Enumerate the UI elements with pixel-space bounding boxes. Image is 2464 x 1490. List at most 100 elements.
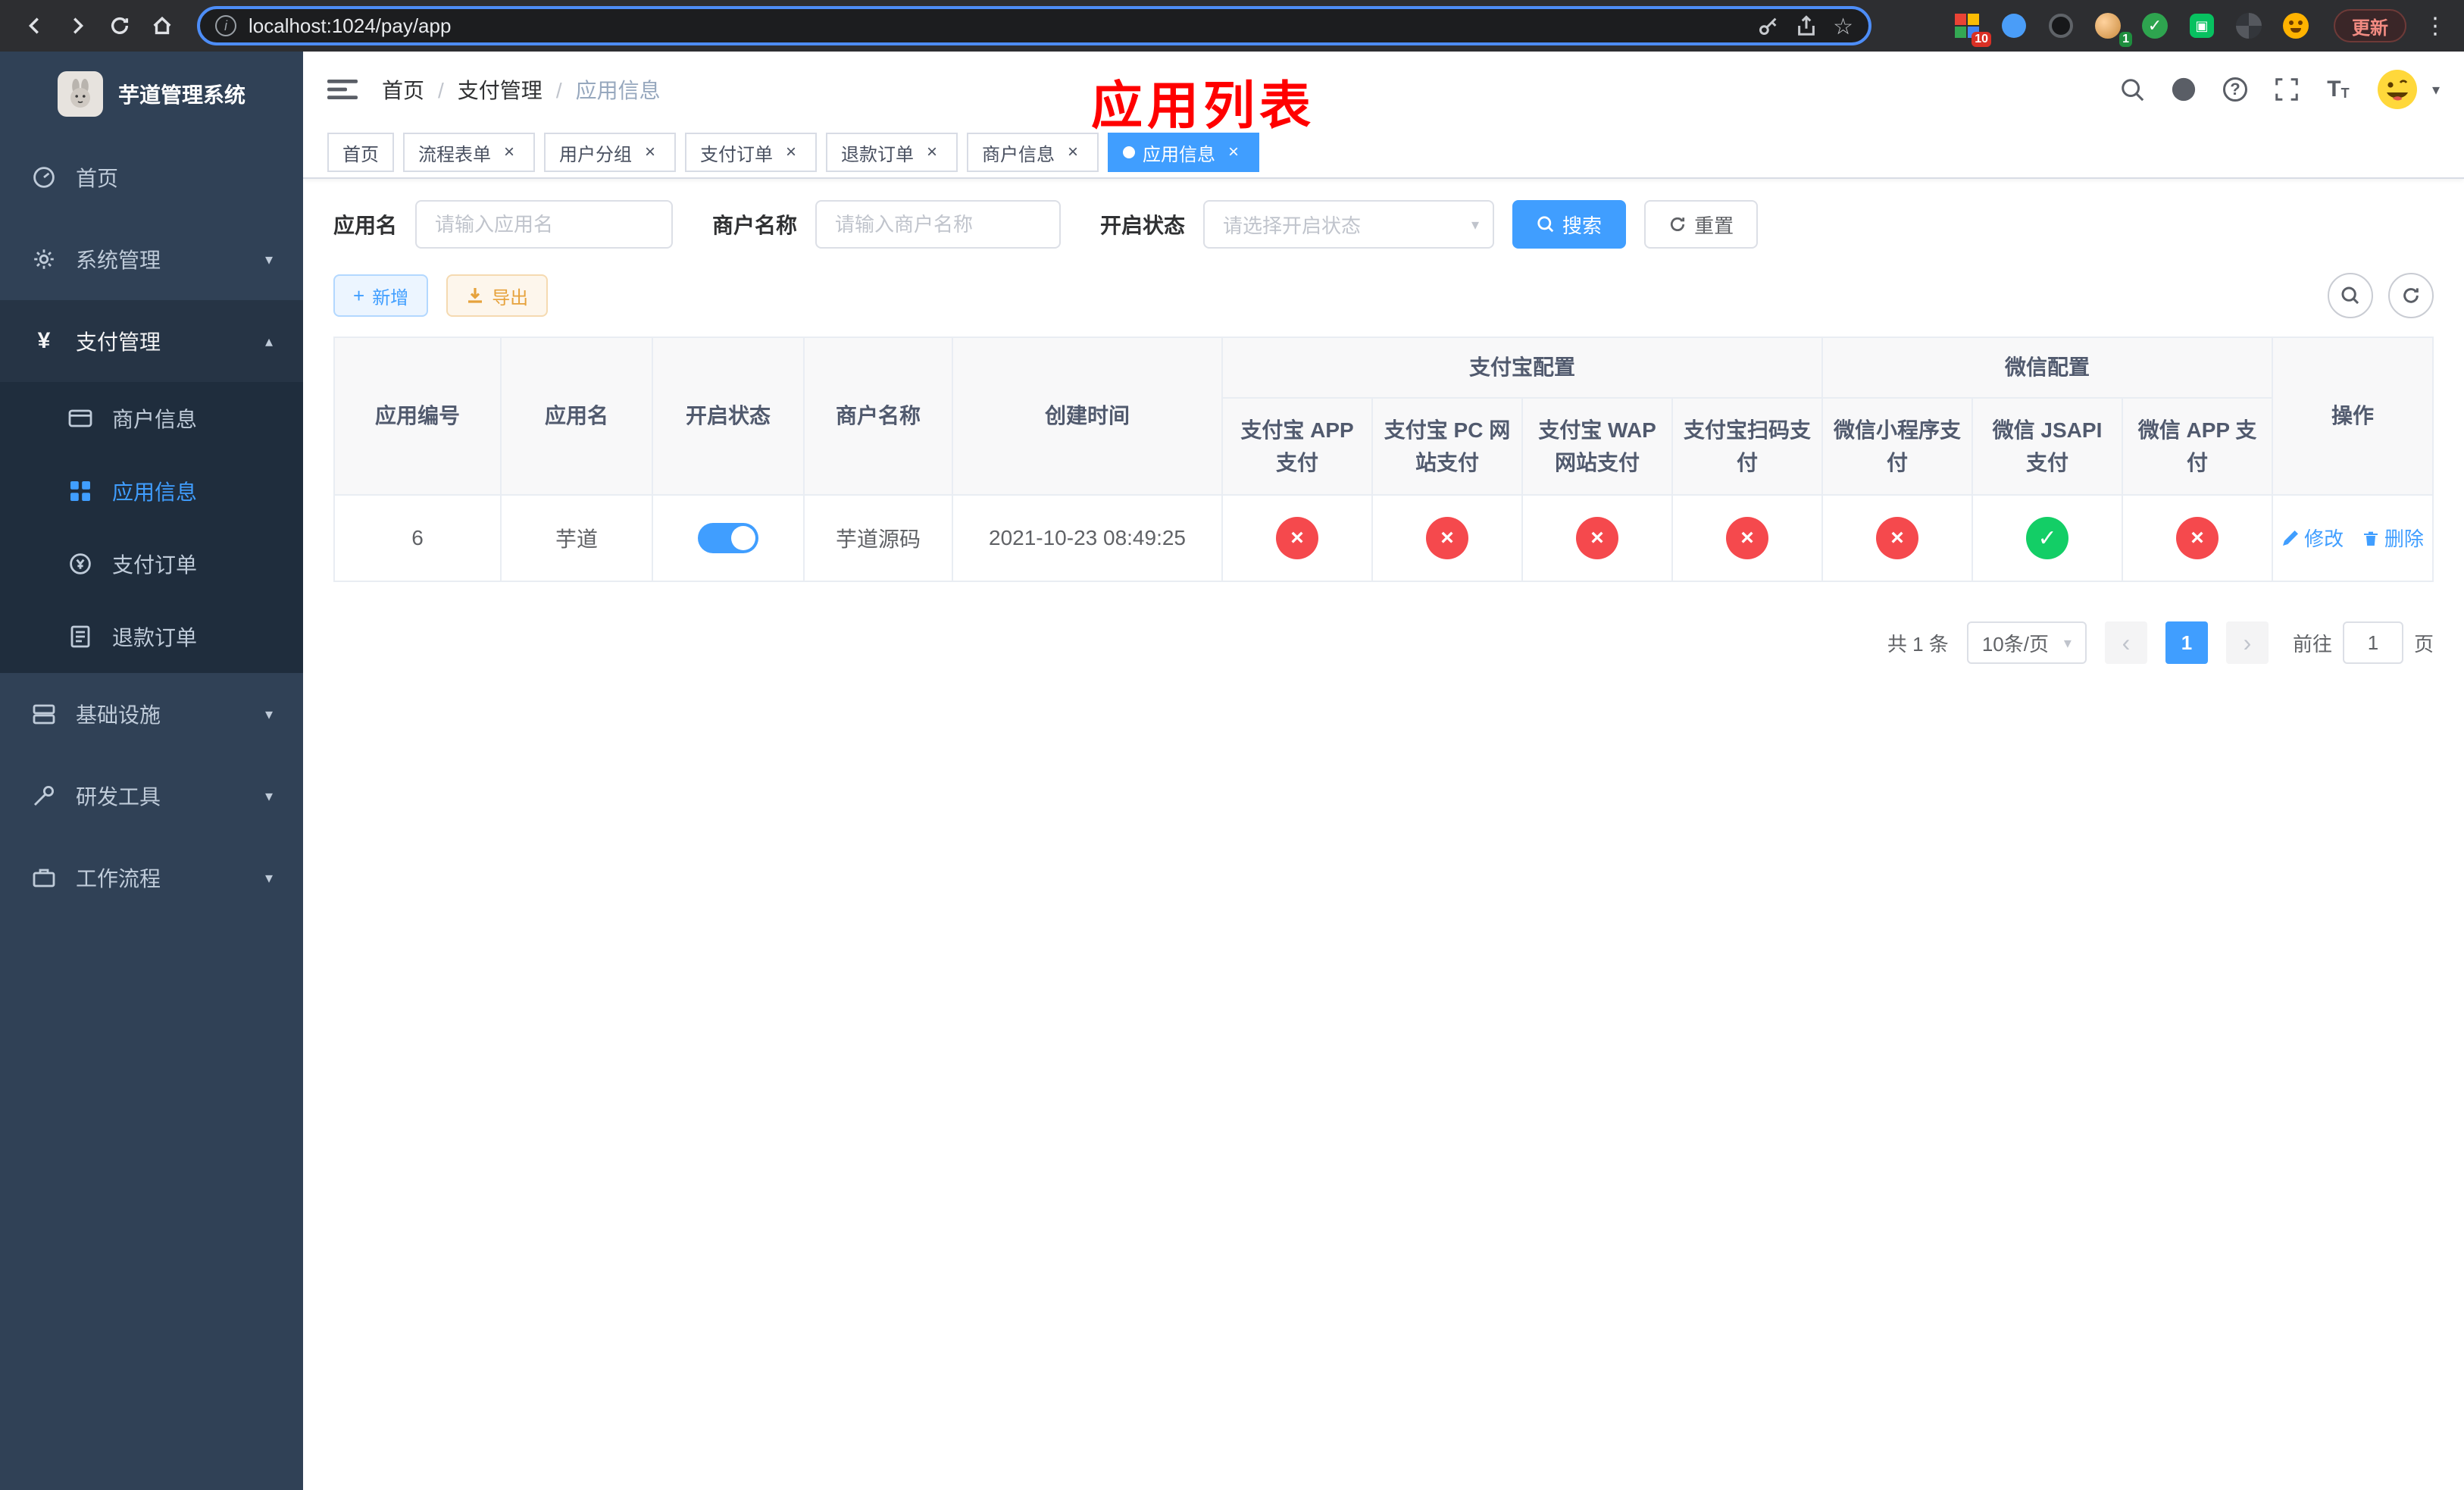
col-status: 开启状态	[652, 337, 805, 496]
app-name-input[interactable]	[415, 200, 674, 249]
col-merchant: 商户名称	[803, 337, 953, 496]
merchant-name-label: 商户名称	[712, 214, 798, 237]
home-icon[interactable]	[142, 6, 182, 45]
channel-status-icon: ×	[1726, 517, 1768, 559]
tab-pay-order[interactable]: 支付订单	[685, 133, 817, 172]
tab-refund-order[interactable]: 退款订单	[826, 133, 958, 172]
edit-link[interactable]: 修改	[2281, 524, 2344, 552]
breadcrumb-home[interactable]: 首页	[382, 74, 458, 105]
gear-icon	[30, 247, 58, 271]
breadcrumb-payment[interactable]: 支付管理	[458, 74, 576, 105]
trash-icon	[2363, 531, 2378, 546]
status-select[interactable]: 请选择开启状态	[1203, 200, 1495, 249]
extension-badge: 10	[1972, 32, 1991, 47]
tab-home[interactable]: 首页	[327, 133, 394, 172]
sidebar-item-refund-order[interactable]: 退款订单	[0, 600, 303, 673]
back-icon[interactable]	[15, 6, 55, 45]
help-icon[interactable]	[2220, 74, 2250, 105]
bookmark-star-icon[interactable]	[1833, 12, 1853, 40]
refresh-button[interactable]	[2388, 273, 2434, 318]
tab-merchant-info[interactable]: 商户信息	[967, 133, 1099, 172]
filter-form: 应用名 商户名称 开启状态 请选择开启状态 搜索 重置	[333, 200, 2434, 249]
cell-alipay-wap: ×	[1521, 494, 1673, 582]
sidebar-item-infrastructure[interactable]: 基础设施	[0, 673, 303, 755]
browser-menu-icon[interactable]	[2422, 9, 2449, 42]
sidebar-item-label: 应用信息	[112, 480, 198, 504]
merchant-name-input[interactable]	[815, 200, 1062, 249]
extension-dark-icon[interactable]	[2044, 9, 2078, 42]
table-row: 6 芋道 芋道源码 2021-10-23 08:49:25 × × × × × …	[333, 494, 2434, 582]
col-actions: 操作	[2272, 337, 2434, 496]
sidebar-item-home[interactable]: 首页	[0, 136, 303, 218]
tab-label: 流程表单	[418, 144, 491, 165]
sidebar-item-app-info[interactable]: 应用信息	[0, 455, 303, 527]
cell-wechat-mini: ×	[1821, 494, 1974, 582]
search-button[interactable]: 搜索	[1512, 200, 1627, 249]
url-text[interactable]: localhost:1024/pay/app	[249, 14, 1745, 38]
close-icon[interactable]	[780, 142, 802, 163]
extension-grid-icon[interactable]: 10	[1950, 9, 1991, 47]
close-icon[interactable]	[639, 142, 661, 163]
fullscreen-icon[interactable]	[2272, 74, 2302, 105]
tab-user-group[interactable]: 用户分组	[544, 133, 676, 172]
export-button[interactable]: 导出	[446, 274, 549, 317]
cell-status	[652, 494, 805, 582]
app-logo-row[interactable]: 芋道管理系统	[0, 52, 303, 136]
sidebar-item-label: 支付管理	[76, 330, 161, 354]
sidebar-item-payment[interactable]: ¥ 支付管理	[0, 300, 303, 382]
breadcrumb-current: 应用信息	[575, 79, 661, 102]
next-page-button[interactable]	[2225, 621, 2269, 664]
dashboard-icon	[30, 165, 58, 189]
sidebar-item-pay-order[interactable]: 支付订单	[0, 527, 303, 600]
tab-label: 首页	[342, 144, 379, 165]
close-icon[interactable]	[921, 142, 943, 163]
delete-link[interactable]: 删除	[2362, 524, 2424, 552]
sidebar-toggle-icon[interactable]	[327, 74, 358, 105]
goto-page-input[interactable]	[2342, 621, 2403, 664]
sidebar-item-merchant-info[interactable]: 商户信息	[0, 382, 303, 455]
download-icon	[468, 288, 483, 303]
avatar[interactable]	[2374, 67, 2420, 112]
cell-alipay-qr: ×	[1671, 494, 1824, 582]
add-button[interactable]: 新增	[333, 274, 429, 317]
search-icon[interactable]	[2117, 74, 2147, 105]
extensions-cluster: 10 1	[1950, 9, 2312, 47]
github-icon[interactable]	[2169, 74, 2199, 105]
goto-label: 前往	[2292, 632, 2332, 656]
address-bar[interactable]: localhost:1024/pay/app	[197, 6, 1871, 45]
prev-page-button[interactable]	[2104, 621, 2147, 664]
reset-button[interactable]: 重置	[1644, 200, 1759, 249]
col-wechat-mini: 微信小程序支付	[1821, 397, 1974, 496]
toggle-search-button[interactable]	[2328, 273, 2373, 318]
page-number-1[interactable]: 1	[2165, 621, 2208, 664]
sidebar-item-workflow[interactable]: 工作流程	[0, 837, 303, 919]
refresh-icon	[2403, 288, 2419, 303]
status-toggle[interactable]	[698, 523, 758, 553]
forward-icon[interactable]	[58, 6, 97, 45]
sidebar-item-label: 支付订单	[112, 553, 198, 577]
sidebar-item-dev-tools[interactable]: 研发工具	[0, 755, 303, 837]
app-logo	[57, 71, 103, 117]
extension-check-icon[interactable]	[2138, 9, 2172, 42]
delete-link-label: 删除	[2384, 527, 2424, 551]
sidebar-item-system[interactable]: 系统管理	[0, 218, 303, 300]
site-info-icon[interactable]	[215, 15, 236, 36]
close-icon[interactable]	[499, 142, 520, 163]
close-icon[interactable]	[1223, 142, 1244, 163]
extension-avatar-icon[interactable]: 1	[2091, 9, 2132, 47]
page-size-select[interactable]: 10条/页	[1966, 621, 2087, 664]
main-area: 首页 支付管理 应用信息 应用列表 首	[303, 52, 2464, 1490]
extension-blue-icon[interactable]	[1997, 9, 2031, 42]
browser-update-button[interactable]: 更新	[2334, 9, 2406, 42]
right-toolbar	[2328, 273, 2434, 318]
cell-alipay-pc: ×	[1371, 494, 1523, 582]
status-select-placeholder: 请选择开启状态	[1223, 214, 1362, 237]
extension-pinwheel-icon[interactable]	[2232, 9, 2265, 42]
chevron-down-icon[interactable]	[2432, 80, 2440, 99]
tab-process-form[interactable]: 流程表单	[403, 133, 535, 172]
font-size-icon[interactable]	[2323, 74, 2353, 105]
extension-emoji-icon[interactable]	[2279, 9, 2312, 42]
reload-icon[interactable]	[100, 6, 139, 45]
close-icon[interactable]	[1062, 142, 1083, 163]
extension-wechat-icon[interactable]	[2185, 9, 2219, 42]
